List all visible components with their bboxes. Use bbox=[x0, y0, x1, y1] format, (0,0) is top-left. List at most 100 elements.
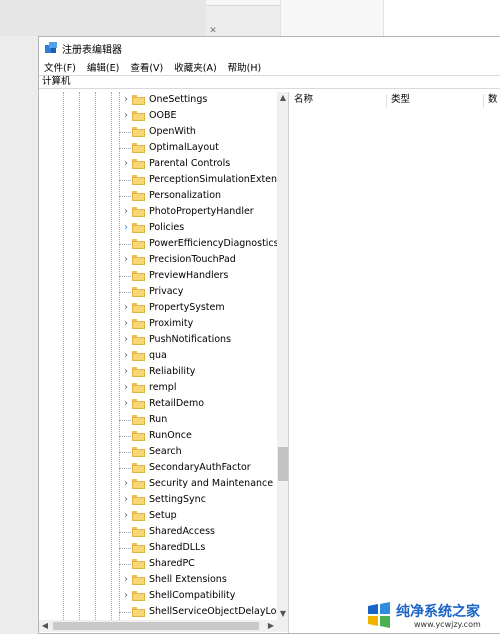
title-bar[interactable]: 注册表编辑器 bbox=[39, 37, 500, 59]
desktop-background bbox=[0, 0, 206, 36]
folder-icon bbox=[132, 111, 145, 121]
values-pane[interactable]: 名称 类型 数 bbox=[290, 92, 500, 633]
chevron-right-icon[interactable]: › bbox=[122, 158, 130, 170]
horizontal-scrollbar-thumb[interactable] bbox=[53, 622, 259, 630]
tree-connector-line bbox=[119, 532, 133, 533]
scroll-up-icon[interactable]: ▲ bbox=[277, 92, 288, 104]
tree-item[interactable]: ShellServiceObjectDelayLoa bbox=[39, 604, 277, 620]
tree-item[interactable]: Search bbox=[39, 444, 277, 460]
chevron-right-icon[interactable]: › bbox=[122, 318, 130, 330]
tree-item[interactable]: › PhotoPropertyHandler bbox=[39, 204, 277, 220]
tree-item-label: Run bbox=[149, 414, 168, 425]
chevron-right-icon[interactable]: › bbox=[122, 398, 130, 410]
tree-item[interactable]: › Parental Controls bbox=[39, 156, 277, 172]
chevron-right-icon[interactable]: › bbox=[122, 334, 130, 346]
tree-pane: › OneSettings › OOBE OpenWith OptimalLayout › P… bbox=[39, 92, 289, 633]
tree-item-label: PerceptionSimulationExtens bbox=[149, 174, 277, 185]
tree-item[interactable]: Run bbox=[39, 412, 277, 428]
tree-item[interactable]: › Proximity bbox=[39, 316, 277, 332]
tree-item[interactable]: › OOBE bbox=[39, 108, 277, 124]
tree-item[interactable]: › Setup bbox=[39, 508, 277, 524]
tree-item-label: Personalization bbox=[149, 190, 222, 201]
folder-icon bbox=[132, 607, 145, 617]
tree-item-label: OptimalLayout bbox=[149, 142, 219, 153]
chevron-right-icon[interactable]: › bbox=[122, 590, 130, 602]
tree-item[interactable]: › qua bbox=[39, 348, 277, 364]
folder-icon bbox=[132, 191, 145, 201]
background-window-right bbox=[384, 0, 500, 36]
folder-icon bbox=[132, 543, 145, 553]
tree-item[interactable]: › RetailDemo bbox=[39, 396, 277, 412]
tree-item-label: SecondaryAuthFactor bbox=[149, 462, 251, 473]
tree-item[interactable]: SharedPC bbox=[39, 556, 277, 572]
tree-item[interactable]: › Reliability bbox=[39, 364, 277, 380]
chevron-right-icon[interactable]: › bbox=[122, 366, 130, 378]
chevron-right-icon[interactable]: › bbox=[122, 382, 130, 394]
chevron-right-icon[interactable]: › bbox=[122, 94, 130, 106]
tree-item[interactable]: OpenWith bbox=[39, 124, 277, 140]
tree-item[interactable]: › SettingSync bbox=[39, 492, 277, 508]
tree-connector-line bbox=[119, 180, 133, 181]
tree-item[interactable]: › PrecisionTouchPad bbox=[39, 252, 277, 268]
scroll-down-icon[interactable]: ▼ bbox=[277, 608, 288, 620]
chevron-right-icon[interactable]: › bbox=[122, 110, 130, 122]
tree-horizontal-scrollbar[interactable]: ◀ ▶ bbox=[39, 620, 288, 632]
menu-file[interactable]: 文件(F) bbox=[44, 60, 76, 74]
folder-icon bbox=[132, 143, 145, 153]
tree-connector-line bbox=[119, 196, 133, 197]
tree-item[interactable]: › PropertySystem bbox=[39, 300, 277, 316]
tree-item[interactable]: RunOnce bbox=[39, 428, 277, 444]
chevron-right-icon[interactable]: › bbox=[122, 302, 130, 314]
tree-item[interactable]: › rempl bbox=[39, 380, 277, 396]
chevron-right-icon[interactable]: › bbox=[122, 254, 130, 266]
tree-item[interactable]: › PushNotifications bbox=[39, 332, 277, 348]
chevron-right-icon[interactable]: › bbox=[122, 494, 130, 506]
tree-item-label: Search bbox=[149, 446, 182, 457]
scrollbar-thumb[interactable] bbox=[278, 447, 288, 481]
column-header-name[interactable]: 名称 bbox=[290, 92, 386, 110]
chevron-right-icon[interactable]: › bbox=[122, 478, 130, 490]
address-bar[interactable]: 计算机 bbox=[39, 75, 500, 89]
tree-item[interactable]: OptimalLayout bbox=[39, 140, 277, 156]
tree-connector-line bbox=[119, 612, 133, 613]
tree-item-label: Privacy bbox=[149, 286, 184, 297]
tree-item-label: ShellServiceObjectDelayLoa bbox=[149, 606, 277, 617]
menu-edit[interactable]: 编辑(E) bbox=[87, 60, 119, 74]
tree-item[interactable]: › Security and Maintenance bbox=[39, 476, 277, 492]
tree-item[interactable]: › Shell Extensions bbox=[39, 572, 277, 588]
tree-item[interactable]: › Policies bbox=[39, 220, 277, 236]
tree-item[interactable]: PreviewHandlers bbox=[39, 268, 277, 284]
folder-icon bbox=[132, 319, 145, 329]
tree-item[interactable]: Personalization bbox=[39, 188, 277, 204]
tree-item-label: rempl bbox=[149, 382, 177, 393]
windows-logo-icon bbox=[368, 602, 390, 628]
scroll-right-icon[interactable]: ▶ bbox=[265, 620, 277, 632]
tree-item[interactable]: SharedDLLs bbox=[39, 540, 277, 556]
tree-connector-line bbox=[119, 132, 133, 133]
menu-favorites[interactable]: 收藏夹(A) bbox=[174, 60, 216, 74]
tree-item[interactable]: SharedAccess bbox=[39, 524, 277, 540]
tree-item[interactable]: › OneSettings bbox=[39, 92, 277, 108]
menu-view[interactable]: 查看(V) bbox=[130, 60, 163, 74]
registry-tree: › OneSettings › OOBE OpenWith OptimalLayout › P… bbox=[39, 92, 277, 620]
chevron-right-icon[interactable]: › bbox=[122, 510, 130, 522]
chevron-right-icon[interactable]: › bbox=[122, 222, 130, 234]
folder-icon bbox=[132, 447, 145, 457]
tree-connector-line bbox=[119, 468, 133, 469]
tree-vertical-scrollbar[interactable]: ▲ ▼ bbox=[277, 92, 288, 620]
tree-item[interactable]: SecondaryAuthFactor bbox=[39, 460, 277, 476]
tree-item[interactable]: PerceptionSimulationExtens bbox=[39, 172, 277, 188]
menu-help[interactable]: 帮助(H) bbox=[228, 60, 262, 74]
tree-item[interactable]: › ShellCompatibility bbox=[39, 588, 277, 604]
column-header-type[interactable]: 类型 bbox=[387, 92, 483, 110]
tree-connector-line bbox=[119, 292, 133, 293]
chevron-right-icon[interactable]: › bbox=[122, 206, 130, 218]
scroll-left-icon[interactable]: ◀ bbox=[39, 620, 51, 632]
chevron-right-icon[interactable]: › bbox=[122, 350, 130, 362]
tree-connector-line bbox=[119, 420, 133, 421]
tree-item-label: PhotoPropertyHandler bbox=[149, 206, 254, 217]
tree-item[interactable]: PowerEfficiencyDiagnostics bbox=[39, 236, 277, 252]
chevron-right-icon[interactable]: › bbox=[122, 574, 130, 586]
column-header-data[interactable]: 数 bbox=[484, 92, 500, 110]
tree-item[interactable]: Privacy bbox=[39, 284, 277, 300]
